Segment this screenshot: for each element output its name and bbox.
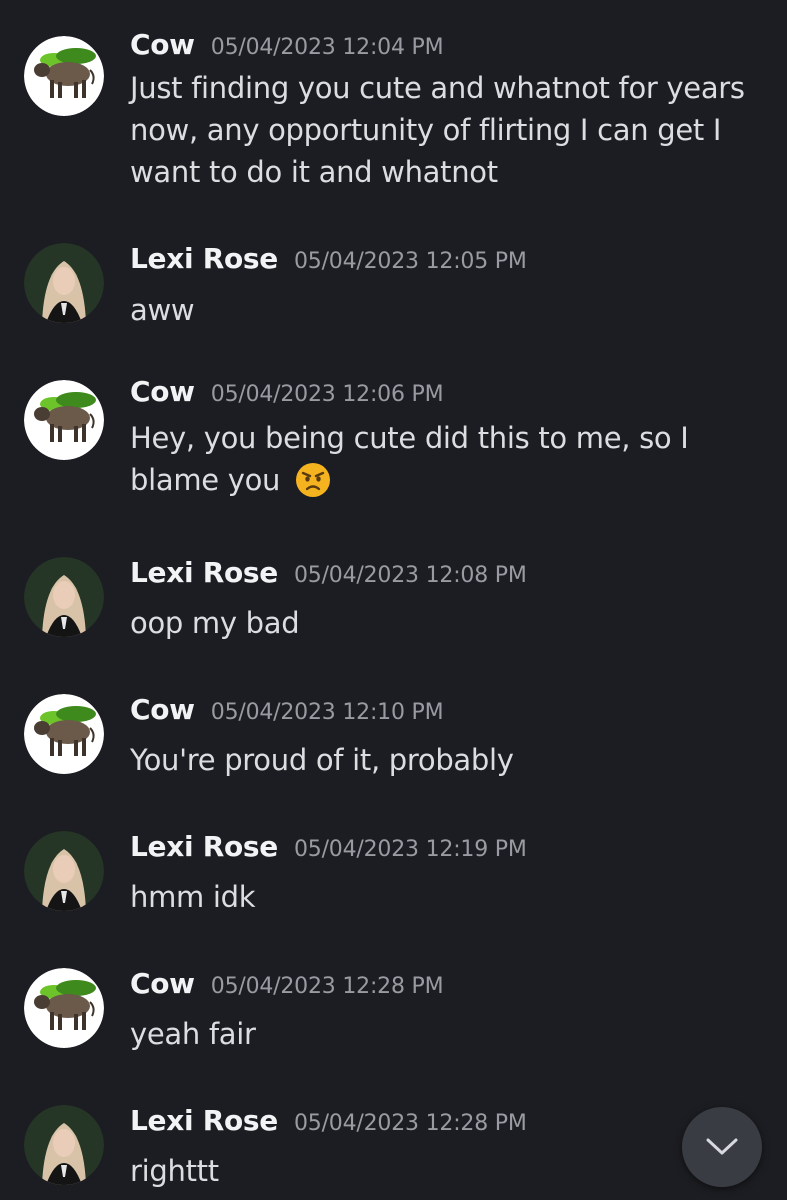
timestamp: 05/04/2023 12:08 PM <box>294 563 527 588</box>
username[interactable]: Lexi Rose <box>130 242 278 275</box>
avatar[interactable] <box>24 1105 104 1185</box>
timestamp: 05/04/2023 12:06 PM <box>210 382 444 407</box>
avatar[interactable] <box>24 380 104 460</box>
avatar[interactable] <box>24 694 104 774</box>
chat-messages-list[interactable]: Cow 05/04/2023 12:04 PM Just finding you… <box>0 0 787 1200</box>
username[interactable]: Lexi Rose <box>130 830 278 863</box>
message-text-container: Hey, you being cute did this to me, so I… <box>130 417 750 501</box>
username[interactable]: Cow <box>130 28 195 61</box>
timestamp: 05/04/2023 12:10 PM <box>210 700 444 725</box>
message-text: Just finding you cute and whatnot for ye… <box>130 71 745 189</box>
jump-to-bottom-button[interactable] <box>682 1107 762 1187</box>
avatar[interactable] <box>24 968 104 1048</box>
message-header: Lexi Rose 05/04/2023 12:05 PM <box>130 242 527 282</box>
angry-face-emoji[interactable] <box>295 462 331 498</box>
timestamp: 05/04/2023 12:04 PM <box>210 35 444 60</box>
message-header: Lexi Rose 05/04/2023 12:28 PM <box>130 1104 527 1144</box>
lexi-avatar-image <box>24 243 104 323</box>
message-header: Cow 05/04/2023 12:06 PM <box>130 375 444 415</box>
avatar[interactable] <box>24 831 104 911</box>
message-text: Hey, you being cute did this to me, so I… <box>130 421 689 497</box>
timestamp: 05/04/2023 12:28 PM <box>210 974 444 999</box>
lexi-avatar-image <box>24 831 104 911</box>
message-text: oop my bad <box>130 606 300 640</box>
avatar[interactable] <box>24 243 104 323</box>
username[interactable]: Cow <box>130 967 195 1000</box>
cow-avatar-image <box>24 380 104 460</box>
timestamp: 05/04/2023 12:19 PM <box>294 837 527 862</box>
avatar[interactable] <box>24 36 104 116</box>
lexi-avatar-image <box>24 557 104 637</box>
message-text: hmm idk <box>130 880 256 914</box>
message-header: Cow 05/04/2023 12:10 PM <box>130 693 444 733</box>
message-header: Cow 05/04/2023 12:04 PM <box>130 28 444 68</box>
username[interactable]: Cow <box>130 375 195 408</box>
message-text: righttt <box>130 1154 219 1188</box>
timestamp: 05/04/2023 12:05 PM <box>294 249 527 274</box>
message-header: Cow 05/04/2023 12:28 PM <box>130 967 444 1007</box>
message-text: You're proud of it, probably <box>130 743 514 777</box>
cow-avatar-image <box>24 968 104 1048</box>
cow-avatar-image <box>24 36 104 116</box>
lexi-avatar-image <box>24 1105 104 1185</box>
username[interactable]: Cow <box>130 693 195 726</box>
username[interactable]: Lexi Rose <box>130 1104 278 1137</box>
message-text: aww <box>130 293 195 327</box>
cow-avatar-image <box>24 694 104 774</box>
message-header: Lexi Rose 05/04/2023 12:19 PM <box>130 830 527 870</box>
chevron-down-icon <box>706 1138 738 1155</box>
message-header: Lexi Rose 05/04/2023 12:08 PM <box>130 556 527 596</box>
username[interactable]: Lexi Rose <box>130 556 278 589</box>
message-text: yeah fair <box>130 1017 256 1051</box>
avatar[interactable] <box>24 557 104 637</box>
timestamp: 05/04/2023 12:28 PM <box>294 1111 527 1136</box>
